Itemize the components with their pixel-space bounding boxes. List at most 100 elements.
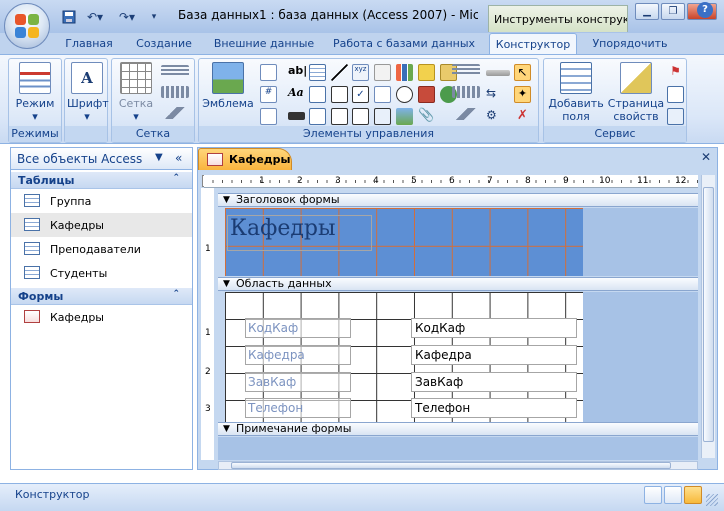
contextual-tab-title: Инструменты конструктора форм bbox=[488, 5, 628, 32]
nav-item-group[interactable]: Группа bbox=[11, 189, 192, 213]
chart-control-icon[interactable] bbox=[396, 64, 413, 81]
unbound-frame-icon[interactable] bbox=[374, 86, 391, 103]
form-view-icon[interactable] bbox=[644, 486, 662, 504]
help-icon[interactable]: ? bbox=[697, 2, 713, 18]
logo-button[interactable]: Эмблема bbox=[202, 62, 254, 110]
vertical-scrollbar[interactable] bbox=[701, 175, 715, 458]
nav-item-teachers[interactable]: Преподаватели bbox=[11, 237, 192, 261]
nav-item-form-departments[interactable]: Кафедры bbox=[11, 305, 192, 329]
design-view-icon[interactable] bbox=[684, 486, 702, 504]
tab-create[interactable]: Создание bbox=[129, 33, 199, 55]
listbox-control-icon[interactable] bbox=[309, 64, 326, 81]
macro-icon[interactable] bbox=[667, 86, 684, 103]
resize-grip-icon[interactable] bbox=[706, 494, 718, 506]
rectangle-control-icon[interactable] bbox=[331, 86, 348, 103]
special-effect-icon[interactable] bbox=[486, 70, 510, 76]
label-telefon[interactable]: Телефон bbox=[245, 398, 351, 418]
nav-pane-header[interactable]: Все объекты Access bbox=[11, 148, 192, 170]
title-control-icon[interactable] bbox=[260, 64, 277, 81]
option-group-icon[interactable] bbox=[331, 108, 348, 125]
nav-item-students[interactable]: Студенты bbox=[11, 261, 192, 285]
bound-frame-icon[interactable] bbox=[418, 64, 435, 81]
group-control-icon[interactable] bbox=[309, 108, 326, 125]
horizontal-ruler[interactable]: 1 2 3 4 5 6 7 8 9 10 11 12 bbox=[204, 175, 698, 188]
tab-order-icon[interactable] bbox=[667, 108, 684, 125]
combobox-control-icon[interactable] bbox=[309, 86, 326, 103]
status-text: Конструктор bbox=[15, 488, 90, 501]
toggle-control-icon[interactable]: xyz bbox=[352, 64, 369, 81]
line-type-control-icon[interactable] bbox=[452, 86, 480, 98]
line-type-icon[interactable] bbox=[161, 86, 189, 98]
label-zavkaf[interactable]: ЗавКаф bbox=[245, 372, 351, 392]
textbox-telefon[interactable]: Телефон bbox=[411, 398, 577, 418]
undo-icon[interactable]: ↶▾ bbox=[81, 8, 109, 26]
section-collapse-icon[interactable]: ⌃ bbox=[172, 173, 180, 183]
tab-design[interactable]: Конструктор bbox=[489, 33, 577, 55]
button-control-icon[interactable] bbox=[288, 112, 305, 120]
form-background bbox=[583, 208, 698, 276]
nav-item-departments[interactable]: Кафедры bbox=[11, 213, 192, 237]
add-fields-button[interactable]: Добавить поля bbox=[545, 62, 607, 123]
section-bar-form-footer[interactable]: ▼ Примечание формы bbox=[218, 422, 698, 436]
tab-external-data[interactable]: Внешние данные bbox=[208, 33, 320, 55]
line-color-icon[interactable] bbox=[161, 107, 189, 119]
document-tab[interactable]: Кафедры bbox=[198, 148, 292, 170]
section-bar-detail[interactable]: ▼ Область данных bbox=[218, 277, 698, 291]
save-icon[interactable] bbox=[60, 8, 78, 26]
vertical-ruler[interactable]: 1 1 2 3 bbox=[201, 188, 214, 460]
form-title-label[interactable]: Кафедры bbox=[227, 215, 372, 251]
select-pointer-icon[interactable]: ↖ bbox=[514, 64, 531, 81]
form-background bbox=[583, 292, 698, 422]
label-kafedra[interactable]: Кафедра bbox=[245, 345, 351, 365]
maximize-button[interactable]: ❐ bbox=[661, 3, 685, 20]
minimize-button[interactable]: ▁ bbox=[635, 3, 659, 20]
code-icon[interactable]: ⚑ bbox=[667, 64, 684, 81]
font-button[interactable]: A Шрифт ▾ bbox=[67, 62, 109, 123]
nav-section-tables[interactable]: Таблицы ⌃ bbox=[11, 172, 192, 189]
picture-icon[interactable] bbox=[396, 108, 413, 125]
page-number-icon[interactable]: # bbox=[260, 86, 277, 103]
section-bar-form-header[interactable]: ▼ Заголовок формы bbox=[218, 193, 698, 207]
form-icon bbox=[24, 310, 40, 323]
image-control-icon[interactable] bbox=[352, 108, 369, 125]
control-wizard-icon[interactable]: ⇆ bbox=[486, 86, 503, 103]
checkbox-control-icon[interactable]: ✓ bbox=[352, 86, 369, 103]
tab-home[interactable]: Главная bbox=[57, 33, 121, 55]
attachment-form-icon[interactable] bbox=[374, 108, 391, 125]
layout-view-icon[interactable] bbox=[664, 486, 682, 504]
textbox-kafedra[interactable]: Кафедра bbox=[411, 345, 577, 365]
logo-icon bbox=[212, 62, 244, 94]
view-button[interactable]: Режим ▾ bbox=[11, 62, 59, 123]
redo-icon[interactable]: ↷▾ bbox=[113, 8, 141, 26]
label-kodkaf[interactable]: КодКаф bbox=[245, 318, 351, 338]
line-control-icon[interactable] bbox=[331, 64, 348, 81]
tab-database-tools[interactable]: Работа с базами данных bbox=[330, 33, 478, 55]
wizard-wand-icon[interactable]: ✦ bbox=[514, 86, 531, 103]
close-document-icon[interactable]: ✕ bbox=[697, 150, 715, 168]
line-thickness-control-icon[interactable] bbox=[452, 64, 480, 76]
textbox-zavkaf[interactable]: ЗавКаф bbox=[411, 372, 577, 392]
section-collapse-icon[interactable]: ⌃ bbox=[172, 289, 180, 299]
label-control-icon[interactable]: Aa bbox=[288, 86, 305, 103]
option-button-icon[interactable] bbox=[396, 86, 413, 103]
page-break-icon[interactable] bbox=[418, 86, 435, 103]
property-sheet-button[interactable]: Страница свойств bbox=[604, 62, 668, 123]
horizontal-scrollbar[interactable] bbox=[218, 461, 698, 470]
line-thickness-icon[interactable] bbox=[161, 65, 189, 77]
textbox-control-icon[interactable]: ab| bbox=[288, 64, 307, 81]
line-color-control-icon[interactable] bbox=[452, 108, 480, 120]
property-sheet-label: Страница свойств bbox=[607, 97, 665, 123]
attachment-icon[interactable]: 📎 bbox=[418, 108, 435, 125]
nav-section-forms[interactable]: Формы ⌃ bbox=[11, 288, 192, 305]
gridlines-button[interactable]: Сетка ▾ bbox=[114, 62, 158, 123]
textbox-kodkaf[interactable]: КодКаф bbox=[411, 318, 577, 338]
delete-control-icon[interactable]: ✗ bbox=[514, 108, 531, 125]
office-button[interactable] bbox=[4, 3, 50, 49]
nav-dropdown-icon[interactable]: ▼ bbox=[155, 152, 163, 163]
tab-arrange[interactable]: Упорядочить bbox=[584, 33, 676, 55]
tab-control-icon[interactable] bbox=[374, 64, 391, 81]
date-time-icon[interactable] bbox=[260, 108, 277, 125]
customize-qat-icon[interactable]: ▾ bbox=[146, 8, 162, 26]
activex-icon[interactable]: ⚙ bbox=[486, 108, 503, 125]
nav-collapse-icon[interactable]: « bbox=[175, 151, 182, 165]
